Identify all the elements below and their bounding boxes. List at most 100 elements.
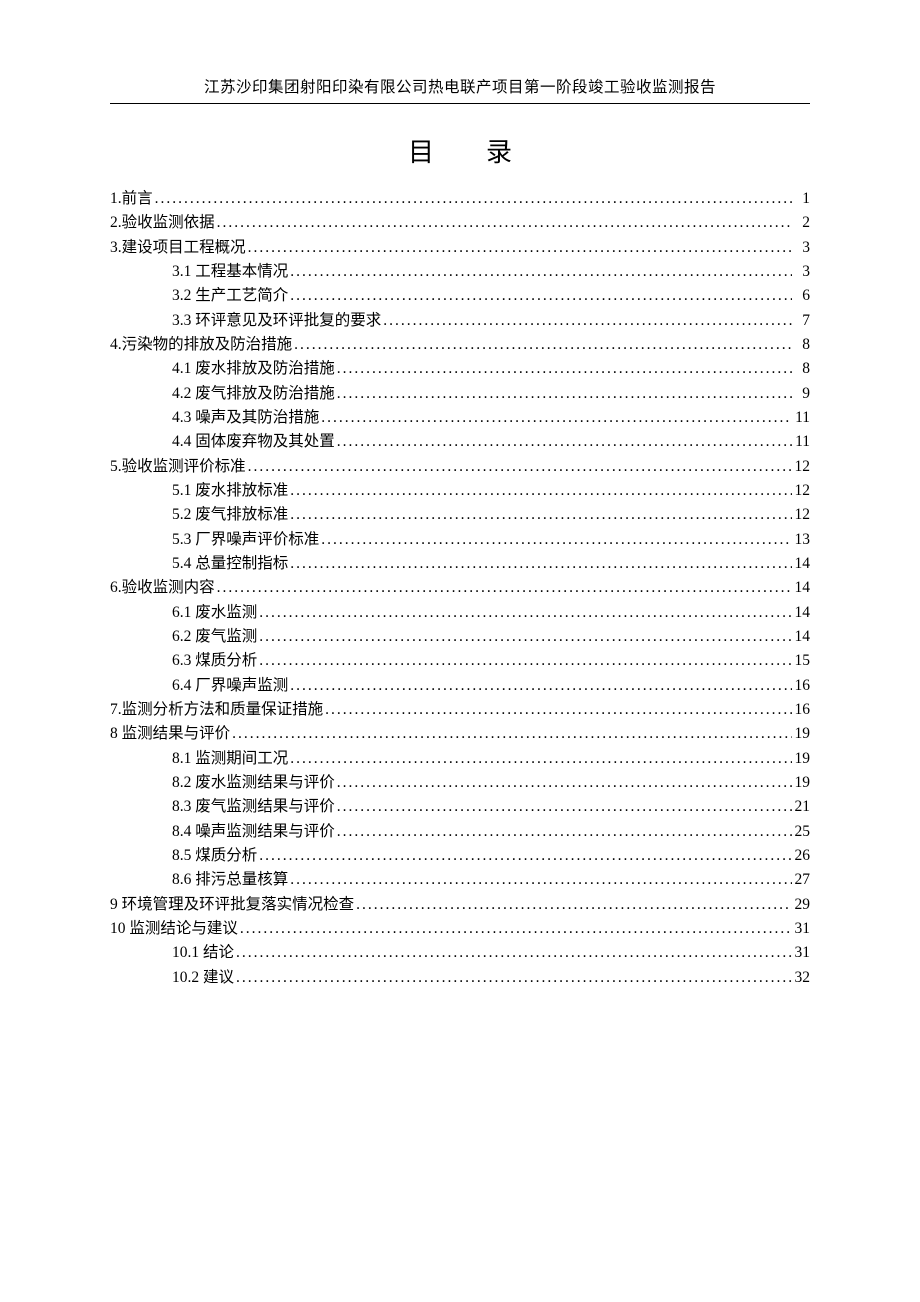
toc-entry: 6.2 废气监测 14	[110, 625, 810, 649]
toc-entry-label: 4.污染物的排放及防治措施	[110, 333, 292, 357]
toc-entry-page: 12	[794, 503, 810, 527]
toc-entry: 6.验收监测内容 14	[110, 576, 810, 600]
toc-entry: 8.6 排污总量核算27	[110, 868, 810, 892]
toc-leader-dots	[155, 187, 792, 211]
toc-entry-page: 26	[794, 844, 810, 868]
toc-entry-label: 1.前言	[110, 187, 153, 211]
toc-entry-page: 25	[794, 820, 810, 844]
toc-entry: 3.3 环评意见及环评批复的要求7	[110, 309, 810, 333]
toc-entry-label: 8.2 废水监测结果与评价	[172, 771, 335, 795]
toc-leader-dots	[217, 211, 792, 235]
toc-entry-label: 9 环境管理及环评批复落实情况检查	[110, 893, 354, 917]
toc-entry-page: 8	[794, 333, 810, 357]
toc-entry: 4.1 废水排放及防治措施8	[110, 357, 810, 381]
toc-entry: 9 环境管理及环评批复落实情况检查 29	[110, 893, 810, 917]
toc-entry-label: 3.2 生产工艺简介	[172, 284, 288, 308]
toc-entry-label: 5.4 总量控制指标	[172, 552, 288, 576]
toc-entry-label: 6.3 煤质分析	[172, 649, 257, 673]
toc-entry-page: 3	[794, 236, 810, 260]
toc-entry-label: 2.验收监测依据	[110, 211, 215, 235]
toc-entry: 3.2 生产工艺简介 6	[110, 284, 810, 308]
toc-entry-label: 5.验收监测评价标准	[110, 455, 246, 479]
toc-entry: 4.4 固体废弃物及其处置11	[110, 430, 810, 454]
toc-entry-page: 9	[794, 382, 810, 406]
toc-entry-page: 13	[794, 528, 810, 552]
toc-entry-page: 15	[794, 649, 810, 673]
toc-leader-dots	[290, 503, 792, 527]
toc-entry-label: 7.监测分析方法和质量保证措施	[110, 698, 323, 722]
toc-entry-label: 6.验收监测内容	[110, 576, 215, 600]
toc-entry-label: 4.2 废气排放及防治措施	[172, 382, 335, 406]
toc-title: 目录	[110, 132, 810, 169]
toc-leader-dots	[290, 284, 792, 308]
toc-entry: 5.4 总量控制指标 14	[110, 552, 810, 576]
toc-leader-dots	[259, 649, 792, 673]
toc-entry: 5.1 废水排放标准12	[110, 479, 810, 503]
toc-entry-page: 14	[794, 576, 810, 600]
toc-leader-dots	[259, 844, 792, 868]
toc-entry-page: 2	[794, 211, 810, 235]
toc-entry: 8.3 废气监测结果与评价21	[110, 795, 810, 819]
toc-entry-label: 10 监测结论与建议	[110, 917, 238, 941]
toc-entry-label: 8.1 监测期间工况	[172, 747, 288, 771]
toc-entry-page: 6	[794, 284, 810, 308]
toc-entry-page: 7	[794, 309, 810, 333]
toc-entry: 5.验收监测评价标准12	[110, 455, 810, 479]
toc-leader-dots	[294, 333, 792, 357]
toc-entry-page: 8	[794, 357, 810, 381]
toc-leader-dots	[356, 893, 792, 917]
toc-entry-label: 8.3 废气监测结果与评价	[172, 795, 335, 819]
toc-leader-dots	[259, 625, 792, 649]
toc-entry-page: 14	[794, 552, 810, 576]
toc-entry: 4.2 废气排放及防治措施 9	[110, 382, 810, 406]
toc-leader-dots	[217, 576, 792, 600]
toc-entry-label: 8.4 噪声监测结果与评价	[172, 820, 335, 844]
toc-entry-label: 5.2 废气排放标准	[172, 503, 288, 527]
toc-leader-dots	[337, 795, 792, 819]
toc-leader-dots	[248, 455, 792, 479]
toc-entry-label: 6.2 废气监测	[172, 625, 257, 649]
toc-leader-dots	[325, 698, 792, 722]
toc-leader-dots	[236, 941, 792, 965]
toc-entry-page: 16	[794, 674, 810, 698]
toc-entry: 4.3 噪声及其防治措施11	[110, 406, 810, 430]
toc-leader-dots	[259, 601, 792, 625]
toc-leader-dots	[290, 552, 792, 576]
toc-entry-label: 5.1 废水排放标准	[172, 479, 288, 503]
toc-leader-dots	[321, 406, 792, 430]
toc-entry-label: 3.建设项目工程概况	[110, 236, 246, 260]
toc-leader-dots	[232, 722, 792, 746]
toc-entry: 8 监测结果与评价19	[110, 722, 810, 746]
toc-leader-dots	[321, 528, 792, 552]
toc-entry: 5.3 厂界噪声评价标准 13	[110, 528, 810, 552]
toc-leader-dots	[290, 260, 792, 284]
toc-entry: 5.2 废气排放标准 12	[110, 503, 810, 527]
toc-entry: 4.污染物的排放及防治措施 8	[110, 333, 810, 357]
toc-entry: 2.验收监测依据 2	[110, 211, 810, 235]
toc-entry-label: 6.4 厂界噪声监测	[172, 674, 288, 698]
table-of-contents: 1.前言12.验收监测依据23.建设项目工程概况33.1 工程基本情况33.2 …	[110, 187, 810, 990]
toc-entry-label: 10.2 建议	[172, 966, 234, 990]
toc-entry-page: 1	[794, 187, 810, 211]
toc-entry-label: 4.4 固体废弃物及其处置	[172, 430, 335, 454]
toc-leader-dots	[290, 479, 792, 503]
toc-leader-dots	[240, 917, 792, 941]
toc-leader-dots	[337, 430, 792, 454]
toc-entry-page: 19	[794, 722, 810, 746]
toc-leader-dots	[248, 236, 792, 260]
toc-entry-page: 14	[794, 625, 810, 649]
toc-entry-page: 31	[794, 941, 810, 965]
toc-leader-dots	[290, 868, 792, 892]
toc-leader-dots	[337, 771, 792, 795]
toc-leader-dots	[337, 357, 792, 381]
toc-entry: 6.3 煤质分析 15	[110, 649, 810, 673]
toc-entry-page: 19	[794, 771, 810, 795]
toc-entry-label: 5.3 厂界噪声评价标准	[172, 528, 319, 552]
toc-leader-dots	[337, 382, 792, 406]
toc-entry-page: 14	[794, 601, 810, 625]
toc-entry-page: 29	[794, 893, 810, 917]
toc-entry: 8.5 煤质分析26	[110, 844, 810, 868]
toc-entry-page: 19	[794, 747, 810, 771]
toc-entry-label: 4.3 噪声及其防治措施	[172, 406, 319, 430]
toc-entry: 10.2 建议32	[110, 966, 810, 990]
